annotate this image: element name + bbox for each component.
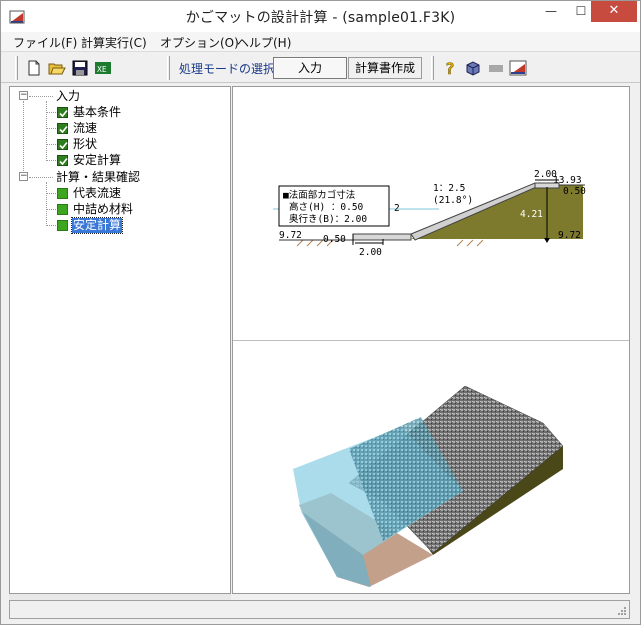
legend-height: 高さ(H) ：0.50 xyxy=(289,201,364,213)
svg-text:XE: XE xyxy=(97,65,107,74)
navigation-tree[interactable]: − 入力 基本条件 流速 形状 安定計算 − 計算・結果確認 代表流速 中詰め材… xyxy=(9,86,231,594)
checked-icon xyxy=(57,107,68,118)
svg-text:?: ? xyxy=(445,59,455,77)
tree-group-input[interactable]: 入力 xyxy=(56,89,80,104)
pending-icon xyxy=(57,220,68,231)
title-bar[interactable]: かごマットの設計計算 - (sample01.F3K) — ☐ ✕ xyxy=(1,1,640,32)
open-folder-icon[interactable] xyxy=(48,59,66,77)
left-level-label: 9.72 xyxy=(279,230,302,241)
legend-title: ■法面部カゴ寸法 xyxy=(283,189,355,201)
app-shortcut-icon[interactable] xyxy=(509,59,527,77)
3d-view[interactable] xyxy=(233,341,629,593)
checked-icon xyxy=(57,139,68,150)
toolbar: XE 処理モードの選択 入力 計算書作成 ? xyxy=(1,53,640,83)
bottom-gabion xyxy=(352,233,412,241)
cross-section-drawing: ■法面部カゴ寸法 高さ(H) ：0.50 奥行き(B)：2.00 2 1：2.5… xyxy=(273,169,586,258)
tree-item-shape[interactable]: 形状 xyxy=(73,137,97,152)
right-bottom-level-label: 9.72 xyxy=(558,230,581,241)
right-level-label: 13.93 xyxy=(553,175,582,186)
slope-ratio-label: 1：2.5 xyxy=(433,183,465,194)
slope-angle-label: (21.8°) xyxy=(433,195,473,206)
toolbar-grip[interactable] xyxy=(167,56,170,80)
tree-item-stability-result[interactable]: 安定計算 xyxy=(70,217,124,234)
menu-calculate[interactable]: 計算実行(C) xyxy=(81,34,147,51)
water-mark-label: 2 xyxy=(394,203,400,214)
pending-icon xyxy=(57,188,68,199)
tree-item-flow-velocity[interactable]: 流速 xyxy=(73,121,97,136)
mode-select-label: 処理モードの選択 xyxy=(179,62,276,76)
bottom-thick-label: 0.50 xyxy=(323,234,346,245)
menu-bar: ファイル(F) 計算実行(C) オプション(O) ヘルプ(H) xyxy=(1,32,640,52)
disabled-tool-icon xyxy=(489,65,503,72)
status-bar xyxy=(9,600,630,619)
help-icon[interactable]: ? xyxy=(441,59,459,77)
tree-item-stability-input[interactable]: 安定計算 xyxy=(73,153,121,168)
mode-selector[interactable]: 入力 xyxy=(273,57,347,79)
close-button[interactable]: ✕ xyxy=(591,1,637,22)
about-icon[interactable] xyxy=(464,59,482,77)
bottom-width-label: 2.00 xyxy=(359,247,382,258)
collapse-icon[interactable]: − xyxy=(19,91,28,100)
app-window: かごマットの設計計算 - (sample01.F3K) — ☐ ✕ ファイル(F… xyxy=(0,0,641,625)
checked-icon xyxy=(57,155,68,166)
save-icon[interactable] xyxy=(71,59,89,77)
tree-item-representative-velocity[interactable]: 代表流速 xyxy=(73,186,121,201)
legend-depth: 奥行き(B)：2.00 xyxy=(289,213,367,225)
toolbar-grip[interactable] xyxy=(15,56,18,80)
minimize-button[interactable]: — xyxy=(537,1,565,22)
export-excel-icon[interactable]: XE xyxy=(94,59,112,77)
toolbar-grip[interactable] xyxy=(431,56,434,80)
right-thick-label: 0.50 xyxy=(563,186,586,197)
tree-item-fill-material[interactable]: 中詰め材料 xyxy=(73,202,133,217)
menu-help[interactable]: ヘルプ(H) xyxy=(237,34,291,51)
tree-group-results[interactable]: 計算・結果確認 xyxy=(56,170,140,185)
new-file-icon[interactable] xyxy=(25,59,43,77)
collapse-icon[interactable]: − xyxy=(19,172,28,181)
menu-file[interactable]: ファイル(F) xyxy=(13,34,77,51)
height-value-label: 4.21 xyxy=(520,209,543,220)
checked-icon xyxy=(57,123,68,134)
menu-options[interactable]: オプション(O) xyxy=(160,34,239,51)
resize-grip-icon[interactable] xyxy=(616,605,626,615)
create-report-button[interactable]: 計算書作成 xyxy=(348,57,422,79)
pending-icon xyxy=(57,204,68,215)
tree-item-basic-conditions[interactable]: 基本条件 xyxy=(73,105,121,120)
drawing-view: ■法面部カゴ寸法 高さ(H) ：0.50 奥行き(B)：2.00 2 1：2.5… xyxy=(232,86,630,594)
